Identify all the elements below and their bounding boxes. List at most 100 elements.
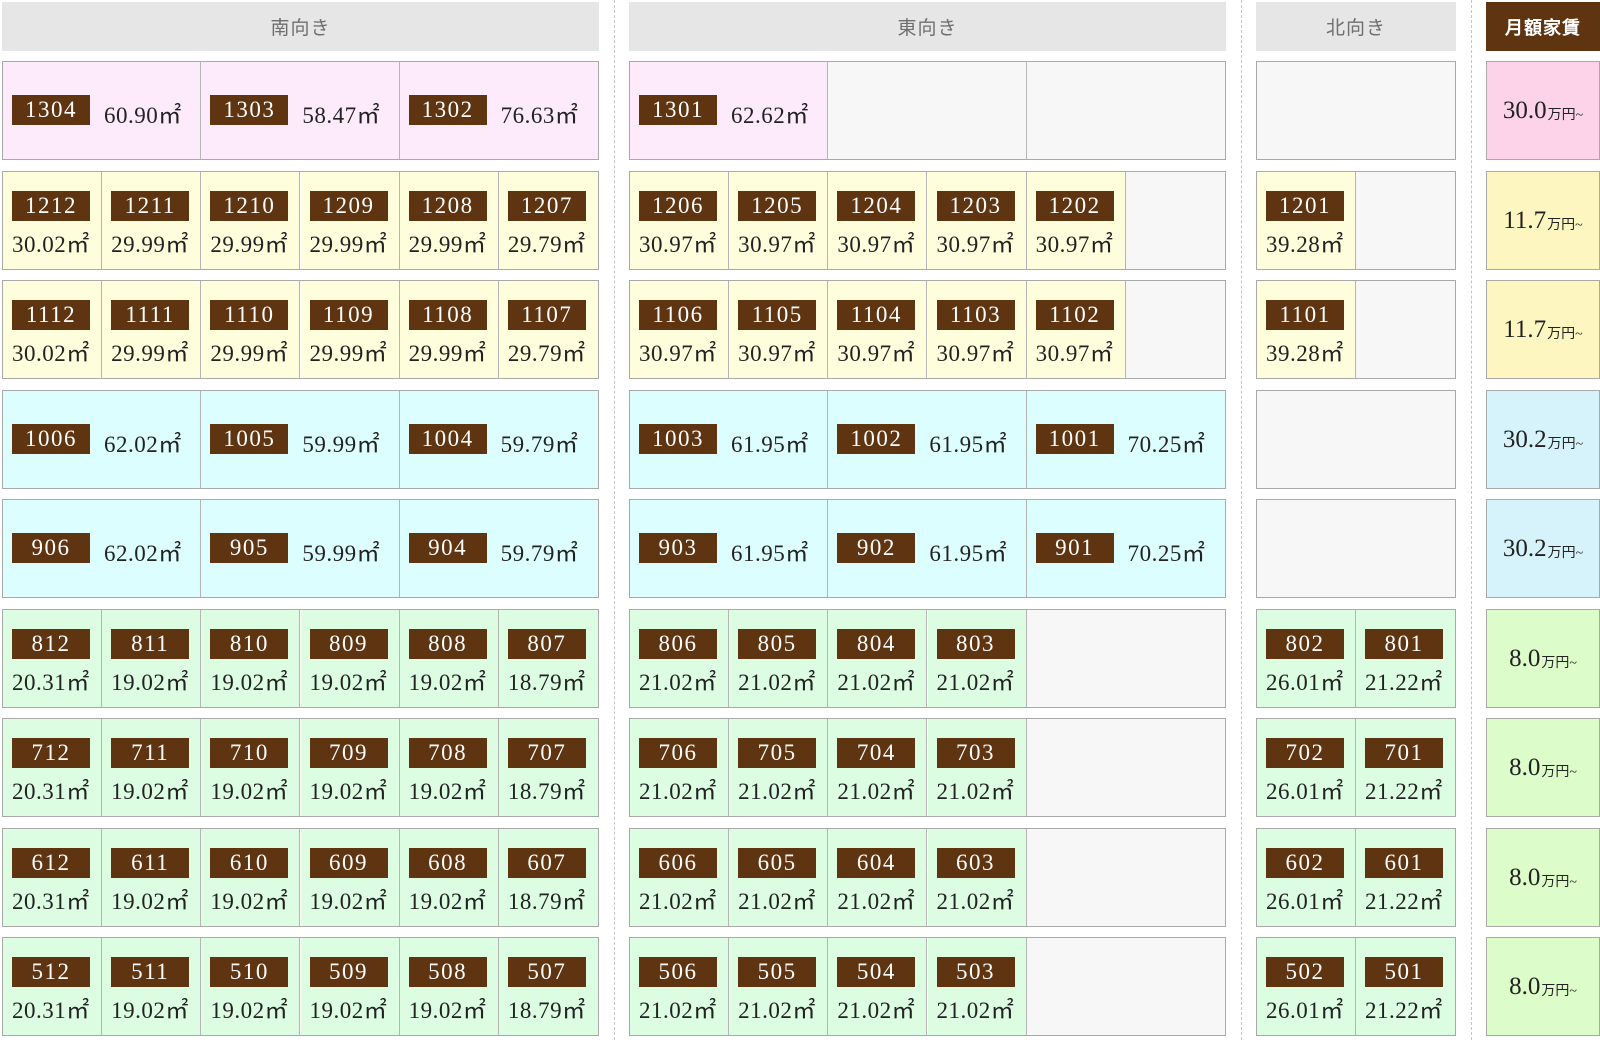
unit-cell[interactable]: 806 21.02㎡ — [630, 610, 730, 707]
unit-cell[interactable]: 711 19.02㎡ — [102, 719, 202, 816]
unit-cell[interactable]: 1103 30.97㎡ — [927, 281, 1027, 378]
unit-cell[interactable]: 809 19.02㎡ — [300, 610, 400, 707]
unit-cell[interactable]: 1107 29.79㎡ — [498, 281, 598, 378]
unit-cell[interactable]: 1205 30.97㎡ — [729, 172, 829, 269]
unit-cell[interactable]: 1003 61.95㎡ — [630, 391, 829, 488]
unit-cell[interactable]: 501 21.22㎡ — [1356, 938, 1455, 1035]
unit-cell[interactable]: 902 61.95㎡ — [828, 500, 1027, 597]
unit-area: 30.97㎡ — [639, 232, 717, 257]
unit-cell[interactable]: 608 19.02㎡ — [399, 829, 499, 926]
unit-cell[interactable]: 1109 29.99㎡ — [300, 281, 400, 378]
unit-cell[interactable]: 1106 30.97㎡ — [630, 281, 730, 378]
unit-cell[interactable]: 1304 60.90㎡ — [3, 62, 202, 159]
unit-cell[interactable]: 1001 70.25㎡ — [1026, 391, 1225, 488]
unit-cell[interactable]: 703 21.02㎡ — [927, 719, 1027, 816]
unit-cell[interactable]: 611 19.02㎡ — [102, 829, 202, 926]
unit-cell[interactable]: 1004 59.79㎡ — [399, 391, 598, 488]
unit-cell[interactable]: 1209 29.99㎡ — [300, 172, 400, 269]
unit-cell[interactable]: 706 21.02㎡ — [630, 719, 730, 816]
unit-cell[interactable]: 607 18.79㎡ — [498, 829, 598, 926]
unit-cell[interactable]: 602 26.01㎡ — [1257, 829, 1356, 926]
unit-cell[interactable]: 710 19.02㎡ — [201, 719, 301, 816]
unit-cell[interactable]: 803 21.02㎡ — [927, 610, 1027, 707]
unit-cell[interactable]: 701 21.22㎡ — [1356, 719, 1455, 816]
unit-cell[interactable]: 507 18.79㎡ — [498, 938, 598, 1035]
unit-cell[interactable]: 605 21.02㎡ — [729, 829, 829, 926]
unit-cell[interactable]: 1110 29.99㎡ — [201, 281, 301, 378]
unit-cell[interactable]: 807 18.79㎡ — [498, 610, 598, 707]
unit-cell[interactable]: 804 21.02㎡ — [828, 610, 928, 707]
unit-cell[interactable]: 508 19.02㎡ — [399, 938, 499, 1035]
floor-row: 1112 30.02㎡ 1111 29.99㎡ 1110 29.99㎡ 1109 29.99㎡… — [0, 280, 1600, 379]
unit-cell[interactable]: 1202 30.97㎡ — [1026, 172, 1126, 269]
unit-cell[interactable]: 1005 59.99㎡ — [201, 391, 400, 488]
unit-area: 30.97㎡ — [738, 341, 816, 366]
unit-cell[interactable]: 801 21.22㎡ — [1356, 610, 1455, 707]
unit-cell[interactable]: 1006 62.02㎡ — [3, 391, 202, 488]
unit-cell[interactable]: 805 21.02㎡ — [729, 610, 829, 707]
unit-area: 30.97㎡ — [1035, 232, 1114, 257]
east-section: 1301 62.62㎡ — [629, 61, 1226, 160]
unit-cell[interactable]: 505 21.02㎡ — [729, 938, 829, 1035]
unit-cell[interactable]: 1211 29.99㎡ — [102, 172, 202, 269]
unit-number-badge: 505 — [738, 957, 817, 987]
unit-number-badge: 701 — [1365, 738, 1443, 768]
unit-cell[interactable]: 901 70.25㎡ — [1026, 500, 1225, 597]
unit-cell[interactable]: 506 21.02㎡ — [630, 938, 730, 1035]
unit-cell[interactable]: 1204 30.97㎡ — [828, 172, 928, 269]
unit-cell[interactable]: 1104 30.97㎡ — [828, 281, 928, 378]
unit-cell[interactable]: 704 21.02㎡ — [828, 719, 928, 816]
unit-cell[interactable]: 1302 76.63㎡ — [399, 62, 598, 159]
unit-cell[interactable]: 612 20.31㎡ — [3, 829, 103, 926]
unit-cell[interactable]: 1111 29.99㎡ — [102, 281, 202, 378]
unit-cell[interactable]: 811 19.02㎡ — [102, 610, 202, 707]
unit-cell[interactable]: 808 19.02㎡ — [399, 610, 499, 707]
unit-cell[interactable]: 906 62.02㎡ — [3, 500, 202, 597]
unit-number-badge: 710 — [210, 738, 289, 768]
unit-cell[interactable]: 1212 30.02㎡ — [3, 172, 103, 269]
unit-number-badge: 709 — [309, 738, 388, 768]
unit-cell[interactable]: 609 19.02㎡ — [300, 829, 400, 926]
unit-cell[interactable]: 1102 30.97㎡ — [1026, 281, 1126, 378]
unit-cell[interactable]: 511 19.02㎡ — [102, 938, 202, 1035]
unit-cell[interactable]: 1203 30.97㎡ — [927, 172, 1027, 269]
unit-cell[interactable]: 1301 62.62㎡ — [630, 62, 829, 159]
unit-cell[interactable]: 702 26.01㎡ — [1257, 719, 1356, 816]
unit-cell[interactable]: 709 19.02㎡ — [300, 719, 400, 816]
unit-cell[interactable]: 510 19.02㎡ — [201, 938, 301, 1035]
unit-cell[interactable]: 904 59.79㎡ — [399, 500, 598, 597]
unit-cell[interactable]: 1105 30.97㎡ — [729, 281, 829, 378]
unit-cell[interactable]: 1201 39.28㎡ — [1257, 172, 1356, 269]
unit-cell[interactable]: 810 19.02㎡ — [201, 610, 301, 707]
unit-cell[interactable]: 603 21.02㎡ — [927, 829, 1027, 926]
unit-number-badge: 501 — [1365, 957, 1443, 987]
unit-cell[interactable]: 1303 58.47㎡ — [201, 62, 400, 159]
unit-cell[interactable]: 903 61.95㎡ — [630, 500, 829, 597]
unit-cell[interactable]: 502 26.01㎡ — [1257, 938, 1356, 1035]
unit-cell[interactable]: 509 19.02㎡ — [300, 938, 400, 1035]
unit-cell[interactable]: 503 21.02㎡ — [927, 938, 1027, 1035]
unit-cell[interactable]: 604 21.02㎡ — [828, 829, 928, 926]
unit-area: 62.62㎡ — [731, 103, 809, 128]
unit-cell[interactable]: 1206 30.97㎡ — [630, 172, 730, 269]
unit-cell[interactable]: 708 19.02㎡ — [399, 719, 499, 816]
unit-cell[interactable]: 504 21.02㎡ — [828, 938, 928, 1035]
unit-cell[interactable]: 812 20.31㎡ — [3, 610, 103, 707]
unit-number-badge: 711 — [111, 738, 190, 768]
unit-cell[interactable]: 712 20.31㎡ — [3, 719, 103, 816]
unit-cell[interactable]: 606 21.02㎡ — [630, 829, 730, 926]
unit-cell[interactable]: 707 18.79㎡ — [498, 719, 598, 816]
unit-cell[interactable]: 1207 29.79㎡ — [498, 172, 598, 269]
unit-cell[interactable]: 802 26.01㎡ — [1257, 610, 1356, 707]
unit-cell[interactable]: 610 19.02㎡ — [201, 829, 301, 926]
unit-cell[interactable]: 1210 29.99㎡ — [201, 172, 301, 269]
unit-cell[interactable]: 1101 39.28㎡ — [1257, 281, 1356, 378]
unit-cell[interactable]: 1108 29.99㎡ — [399, 281, 499, 378]
unit-cell[interactable]: 1208 29.99㎡ — [399, 172, 499, 269]
unit-cell[interactable]: 512 20.31㎡ — [3, 938, 103, 1035]
unit-cell[interactable]: 905 59.99㎡ — [201, 500, 400, 597]
unit-cell[interactable]: 601 21.22㎡ — [1356, 829, 1455, 926]
unit-cell[interactable]: 1002 61.95㎡ — [828, 391, 1027, 488]
unit-cell[interactable]: 705 21.02㎡ — [729, 719, 829, 816]
unit-cell[interactable]: 1112 30.02㎡ — [3, 281, 103, 378]
